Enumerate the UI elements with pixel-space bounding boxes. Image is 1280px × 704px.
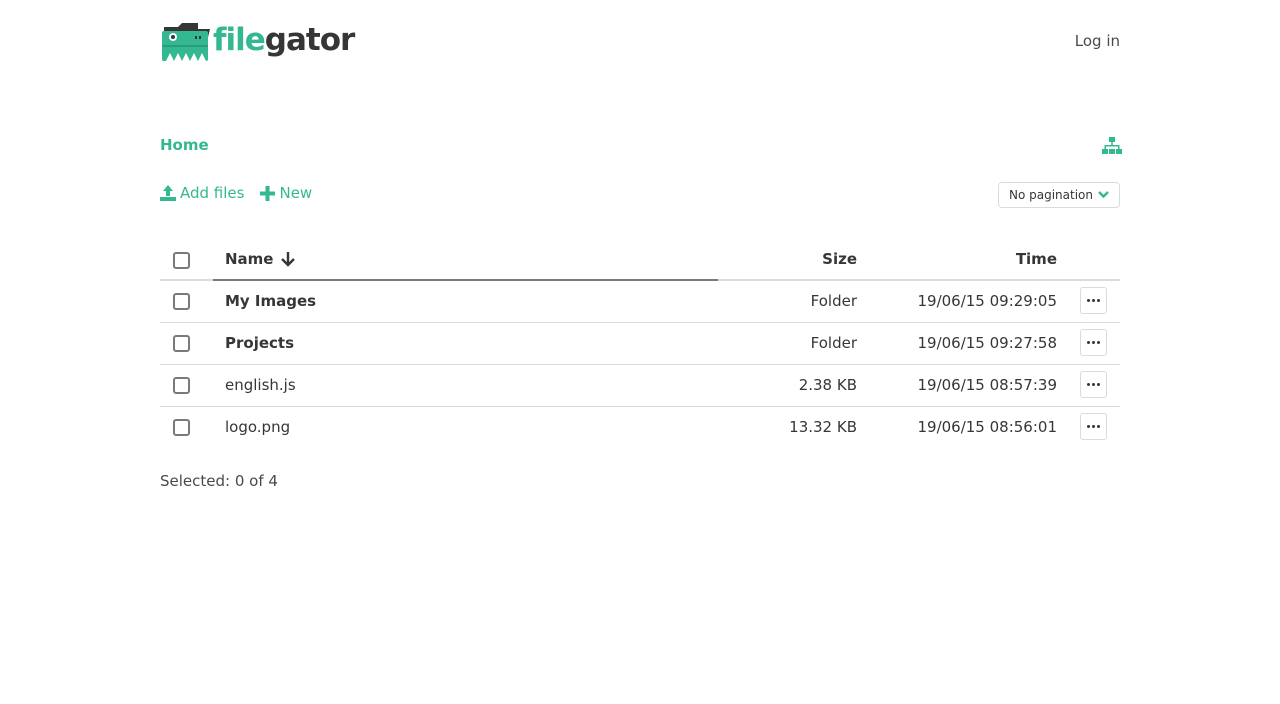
add-files-label: Add files bbox=[180, 184, 245, 202]
new-button[interactable]: New bbox=[260, 184, 312, 202]
column-header-time[interactable]: Time bbox=[1016, 250, 1057, 268]
new-label: New bbox=[279, 184, 313, 202]
column-header-size[interactable]: Size bbox=[822, 250, 857, 268]
file-manager: filegator Log in Home Add files New No p… bbox=[160, 0, 1122, 704]
select-all-checkbox[interactable] bbox=[173, 252, 190, 269]
more-actions-button[interactable] bbox=[1080, 413, 1107, 440]
file-name[interactable]: english.js bbox=[225, 376, 296, 394]
logo-part-gator: gator bbox=[264, 22, 356, 58]
file-time: 19/06/15 09:27:58 bbox=[917, 334, 1057, 352]
file-size: Folder bbox=[810, 334, 857, 352]
pagination-select[interactable]: No pagination bbox=[998, 182, 1120, 208]
column-header-name[interactable]: Name bbox=[225, 250, 296, 268]
chevron-down-icon bbox=[1098, 191, 1109, 199]
files-table: Name Size Time My Images Folder 19/06/15… bbox=[160, 240, 1120, 448]
row-checkbox[interactable] bbox=[173, 335, 190, 352]
selection-count: Selected: 0 of 4 bbox=[160, 472, 278, 490]
file-size: 2.38 KB bbox=[798, 376, 857, 394]
more-actions-button[interactable] bbox=[1080, 287, 1107, 314]
row-checkbox[interactable] bbox=[173, 419, 190, 436]
table-row[interactable]: english.js 2.38 KB 19/06/15 08:57:39 bbox=[160, 365, 1120, 407]
logo-text: filegator bbox=[213, 22, 356, 58]
file-name[interactable]: logo.png bbox=[225, 418, 290, 436]
logo-part-file: file bbox=[213, 22, 266, 58]
add-files-button[interactable]: Add files bbox=[160, 184, 244, 202]
table-row[interactable]: Projects Folder 19/06/15 09:27:58 bbox=[160, 323, 1120, 365]
more-actions-button[interactable] bbox=[1080, 371, 1107, 398]
row-checkbox[interactable] bbox=[173, 293, 190, 310]
file-name[interactable]: Projects bbox=[225, 334, 294, 352]
more-actions-button[interactable] bbox=[1080, 329, 1107, 356]
breadcrumb-home[interactable]: Home bbox=[160, 136, 209, 154]
file-time: 19/06/15 09:29:05 bbox=[917, 292, 1057, 310]
table-header: Name Size Time bbox=[160, 240, 1120, 281]
top-bar: filegator Log in bbox=[160, 22, 1120, 64]
table-row[interactable]: logo.png 13.32 KB 19/06/15 08:56:01 bbox=[160, 407, 1120, 448]
upload-icon bbox=[160, 185, 176, 201]
row-checkbox[interactable] bbox=[173, 377, 190, 394]
column-name-label: Name bbox=[225, 250, 274, 268]
plus-icon bbox=[260, 185, 276, 201]
arrow-down-icon bbox=[281, 252, 296, 267]
file-time: 19/06/15 08:57:39 bbox=[917, 376, 1057, 394]
file-actions: Add files New bbox=[160, 184, 328, 202]
pagination-value: No pagination bbox=[1009, 188, 1093, 202]
file-time: 19/06/15 08:56:01 bbox=[917, 418, 1057, 436]
logo[interactable]: filegator bbox=[162, 22, 356, 62]
sitemap-icon[interactable] bbox=[1102, 137, 1122, 155]
file-size: 13.32 KB bbox=[789, 418, 857, 436]
file-name[interactable]: My Images bbox=[225, 292, 316, 310]
file-size: Folder bbox=[810, 292, 857, 310]
table-row[interactable]: My Images Folder 19/06/15 09:29:05 bbox=[160, 281, 1120, 323]
login-link[interactable]: Log in bbox=[1075, 32, 1120, 50]
gator-folder-icon bbox=[162, 23, 210, 61]
